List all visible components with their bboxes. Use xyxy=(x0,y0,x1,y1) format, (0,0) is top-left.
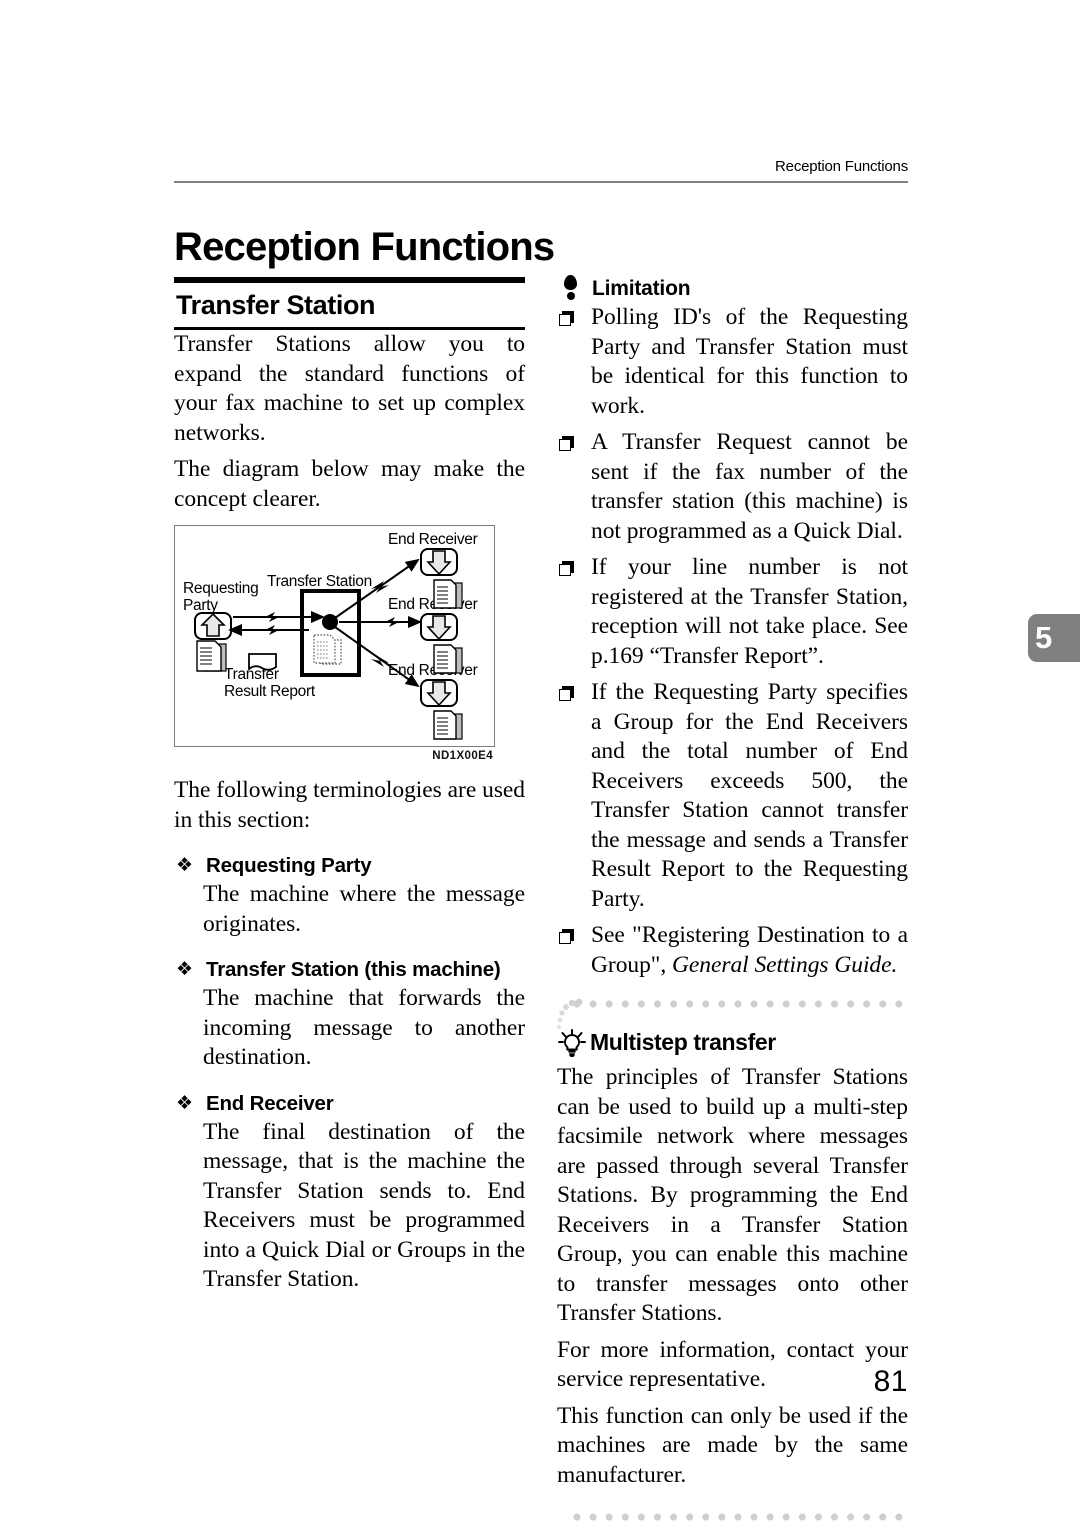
dotted-line-bottom xyxy=(573,1513,906,1521)
square-bullet-icon xyxy=(559,436,574,451)
list-item: Polling ID's of the Requesting Party and… xyxy=(557,303,908,421)
fax-machine-end-receiver-3 xyxy=(420,679,463,740)
tip-top-border xyxy=(557,996,908,1030)
term-transfer-station: ❖ Transfer Station (this machine) The ma… xyxy=(174,958,525,1073)
list-item-text: If your line number is not registered at… xyxy=(591,554,908,669)
term-title: ❖ End Receiver xyxy=(174,1092,525,1116)
list-item: A Transfer Request cannot be sent if the… xyxy=(557,428,908,546)
list-item-text: Polling ID's of the Requesting Party and… xyxy=(591,304,908,419)
fax-machine-end-receiver-1 xyxy=(420,548,463,609)
intro-paragraph-2: The diagram below may make the concept c… xyxy=(174,456,525,512)
limitation-list: Polling ID's of the Requesting Party and… xyxy=(557,303,908,980)
limitation-heading-label: Limitation xyxy=(592,277,691,300)
exclamation-icon xyxy=(563,275,577,301)
square-bullet-icon xyxy=(559,311,574,326)
intro-paragraph-1: Transfer Stations allow you to expand th… xyxy=(174,331,525,446)
diamond-bullet-icon: ❖ xyxy=(176,854,193,876)
page-title: Reception Functions xyxy=(174,224,555,269)
square-bullet-icon xyxy=(559,686,574,701)
list-item-text: If the Requesting Party specifies a Grou… xyxy=(591,679,908,912)
term-requesting-party: ❖ Requesting Party The machine where the… xyxy=(174,854,525,939)
left-column: Transfer Station Transfer Stations allow… xyxy=(174,277,525,1295)
term-title-label: Requesting Party xyxy=(206,854,372,877)
list-item-text-italic: General Settings Guide. xyxy=(672,951,898,978)
term-title: ❖ Transfer Station (this machine) xyxy=(174,958,525,982)
fax-machine-end-receiver-2 xyxy=(420,613,463,674)
term-title-label: End Receiver xyxy=(206,1091,334,1115)
multistep-paragraph-1: The principles of Transfer Stations can … xyxy=(557,1064,908,1326)
diamond-bullet-icon: ❖ xyxy=(176,1091,193,1114)
list-item: If the Requesting Party specifies a Grou… xyxy=(557,678,908,914)
limitation-block: Limitation Polling ID's of the Requestin… xyxy=(557,275,908,980)
diamond-bullet-icon: ❖ xyxy=(176,958,193,980)
term-title: ❖ Requesting Party xyxy=(174,854,525,878)
transfer-station-diagram: Requesting Party Transfer Station Transf… xyxy=(174,525,495,762)
figure-id-label: ND1X00E4 xyxy=(432,750,493,762)
diagram-graphics xyxy=(194,548,463,740)
multistep-paragraph-3: This function can only be used if the ma… xyxy=(557,1402,908,1488)
transfer-station-box xyxy=(300,589,361,677)
terminology-intro: The following terminologies are used in … xyxy=(174,777,525,833)
section-heading: Transfer Station xyxy=(174,277,525,330)
multistep-heading: Multistep transfer xyxy=(557,1027,908,1058)
right-column: Limitation Polling ID's of the Requestin… xyxy=(557,275,908,1523)
report-page-icon xyxy=(248,653,277,671)
chapter-tab-number: 5 xyxy=(1035,620,1053,655)
lightbulb-icon xyxy=(557,1029,587,1058)
square-bullet-icon xyxy=(559,929,574,944)
term-body: The final destination of the message, th… xyxy=(203,1118,525,1293)
multistep-heading-label: Multistep transfer xyxy=(590,1029,776,1055)
diagram-frame: Requesting Party Transfer Station Transf… xyxy=(174,525,495,747)
term-body: The machine where the message originates… xyxy=(203,881,525,937)
list-item-text: A Transfer Request cannot be sent if the… xyxy=(591,429,908,544)
limitation-heading: Limitation xyxy=(557,275,908,303)
section-heading-label: Transfer Station xyxy=(176,290,376,320)
term-title-label: Transfer Station (this machine) xyxy=(206,958,501,981)
header-rule xyxy=(174,181,908,183)
list-item: If your line number is not registered at… xyxy=(557,553,908,671)
term-body: The machine that forwards the incoming m… xyxy=(203,985,525,1070)
dotted-line-top xyxy=(573,1000,906,1008)
chapter-tab-marker: 5 xyxy=(1028,614,1080,662)
list-item: See "Registering Destination to a Group"… xyxy=(557,921,908,980)
fax-machine-requesting-party xyxy=(194,612,232,672)
multistep-paragraph-2: For more information, contact your servi… xyxy=(557,1336,908,1393)
term-end-receiver: ❖ End Receiver The final destination of … xyxy=(174,1092,525,1295)
running-head: Reception Functions xyxy=(775,158,908,175)
square-bullet-icon xyxy=(559,561,574,576)
tip-bottom-border xyxy=(557,1509,908,1523)
